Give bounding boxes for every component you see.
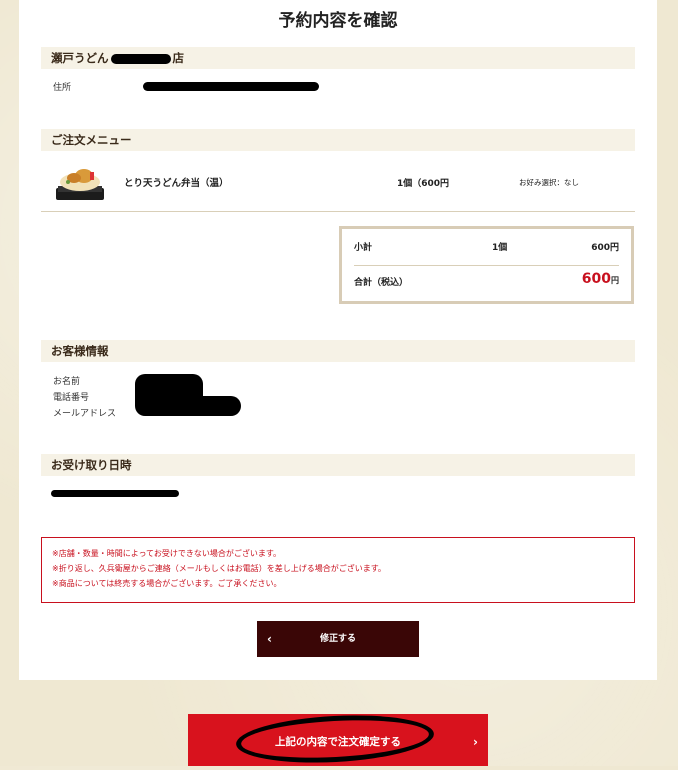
confirmation-card: 予約内容を確認 瀬戸うどん 店 住所 ご注文メニュー とり天うどん弁当（温） 1個… — [19, 0, 657, 680]
edit-button[interactable]: ‹ 修正する — [257, 621, 419, 657]
name-label: お名前 — [53, 377, 81, 387]
chevron-right-icon: › — [473, 735, 478, 749]
redacted-pickup-datetime — [51, 490, 179, 497]
total-label: 合計（税込） — [354, 278, 409, 288]
email-label: メールアドレス — [53, 409, 117, 419]
subtotal-label: 小計 — [354, 243, 373, 253]
pickup-section-header: お受け取り日時 — [41, 454, 635, 476]
total-amount-wrap: 600円 — [582, 271, 619, 287]
subtotal-qty: 1個 — [492, 243, 508, 253]
total-row: 合計（税込） 600円 — [354, 271, 619, 288]
subtotal-amount: 600円 — [591, 243, 619, 253]
total-unit: 円 — [611, 276, 619, 285]
customer-section-header: お客様情報 — [41, 340, 635, 362]
notice-line: ※商品については終売する場合がございます。ご了承ください。 — [52, 579, 282, 588]
store-section-header: 瀬戸うどん 店 — [41, 47, 635, 69]
product-image — [56, 169, 104, 200]
confirm-order-button[interactable]: 上記の内容で注文確定する › — [188, 710, 488, 768]
notice-line: ※折り返し、久兵衛屋からご連絡（メールもしくはお電話）を差し上げる場合がございま… — [52, 564, 386, 573]
order-summary-box: 小計 1個 600円 合計（税込） 600円 — [339, 226, 634, 304]
edit-button-label: 修正する — [319, 634, 356, 644]
notice-line: ※店舗・数量・時間によってお受けできない場合がございます。 — [52, 549, 282, 558]
address-label: 住所 — [53, 83, 72, 93]
chevron-left-icon: ‹ — [267, 632, 272, 646]
notice-box: ※店舗・数量・時間によってお受けできない場合がございます。 ※折り返し、久兵衛屋… — [41, 537, 635, 603]
total-amount: 600 — [581, 271, 611, 287]
redacted-address — [143, 82, 319, 91]
redacted-store-name — [110, 54, 171, 64]
store-name-prefix: 瀬戸うどん — [51, 51, 109, 65]
subtotal-row: 小計 1個 600円 — [354, 240, 619, 253]
highlight-circle-annotation — [234, 710, 436, 768]
redacted-customer-email — [169, 396, 241, 416]
store-name-suffix: 店 — [172, 51, 185, 65]
order-section-header: ご注文メニュー — [41, 129, 635, 151]
order-item-name: とり天うどん弁当（温） — [124, 178, 229, 189]
phone-label: 電話番号 — [53, 393, 90, 403]
order-item-qty-price: 1個（600円 — [397, 179, 450, 189]
order-divider — [41, 211, 635, 212]
summary-divider — [354, 265, 619, 266]
order-item-options: お好み選択：なし — [519, 178, 579, 187]
page-title: 予約内容を確認 — [278, 11, 398, 31]
